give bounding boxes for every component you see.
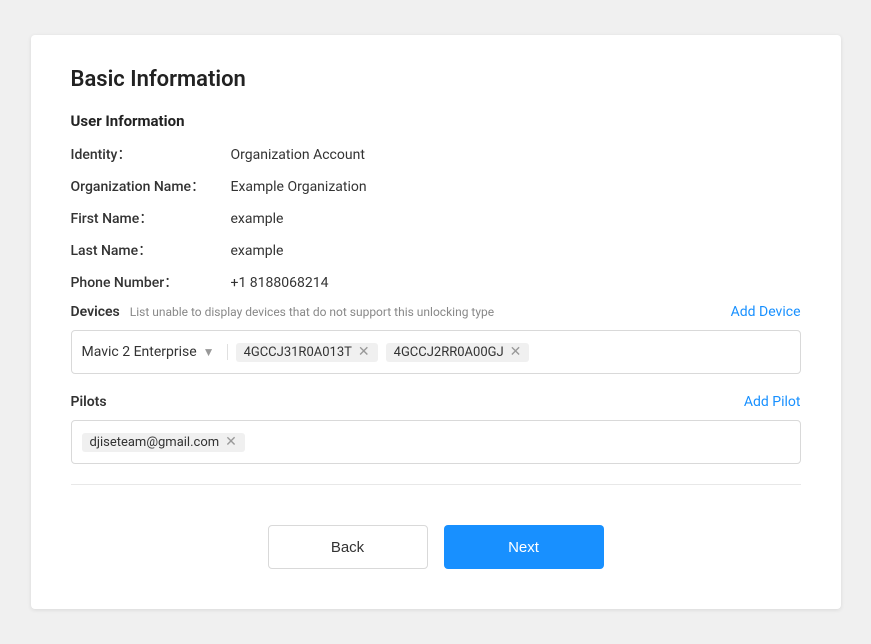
pilots-header: Pilots Add Pilot	[71, 394, 801, 410]
last-name-label: Last Name：	[71, 240, 231, 260]
device-select-value: Mavic 2 Enterprise	[82, 344, 197, 360]
chevron-down-icon: ▼	[203, 345, 215, 359]
devices-header: Devices List unable to display devices t…	[71, 304, 801, 320]
device-tag-2: 4GCCJ2RR0A00GJ ✕	[386, 343, 530, 362]
phone-row: Phone Number： +1 8188068214	[71, 272, 801, 292]
remove-pilot-tag-1-button[interactable]: ✕	[225, 435, 237, 449]
add-pilot-button[interactable]: Add Pilot	[744, 394, 801, 410]
pilot-tag-1: djiseteam@gmail.com ✕	[82, 433, 245, 452]
pilot-tag-1-value: djiseteam@gmail.com	[90, 435, 220, 450]
section-title: Basic Information	[71, 67, 801, 92]
pilots-label: Pilots	[71, 394, 107, 410]
last-name-row: Last Name： example	[71, 240, 801, 260]
first-name-value: example	[231, 211, 284, 227]
bottom-divider	[71, 484, 801, 485]
org-name-row: Organization Name： Example Organization	[71, 176, 801, 196]
org-name-label: Organization Name：	[71, 176, 231, 196]
device-tag-1: 4GCCJ31R0A013T ✕	[236, 343, 378, 362]
devices-label: Devices	[71, 304, 120, 320]
phone-value: +1 8188068214	[231, 275, 329, 291]
devices-container: Mavic 2 Enterprise ▼ 4GCCJ31R0A013T ✕ 4G…	[71, 330, 801, 374]
identity-row: Identity： Organization Account	[71, 144, 801, 164]
devices-label-group: Devices List unable to display devices t…	[71, 304, 495, 320]
device-type-select[interactable]: Mavic 2 Enterprise ▼	[82, 344, 228, 360]
device-tag-2-value: 4GCCJ2RR0A00GJ	[394, 345, 504, 360]
actions-row: Back Next	[71, 525, 801, 569]
add-device-button[interactable]: Add Device	[731, 304, 801, 320]
devices-hint: List unable to display devices that do n…	[130, 305, 494, 319]
pilots-container: djiseteam@gmail.com ✕	[71, 420, 801, 464]
org-name-value: Example Organization	[231, 179, 367, 195]
device-tag-1-value: 4GCCJ31R0A013T	[244, 345, 352, 360]
first-name-label: First Name：	[71, 208, 231, 228]
first-name-row: First Name： example	[71, 208, 801, 228]
remove-device-tag-2-button[interactable]: ✕	[510, 345, 522, 359]
identity-label: Identity：	[71, 144, 231, 164]
remove-device-tag-1-button[interactable]: ✕	[358, 345, 370, 359]
back-button[interactable]: Back	[268, 525, 428, 569]
next-button[interactable]: Next	[444, 525, 604, 569]
main-card: Basic Information User Information Ident…	[31, 35, 841, 609]
subsection-title: User Information	[71, 112, 801, 130]
identity-value: Organization Account	[231, 147, 365, 163]
last-name-value: example	[231, 243, 284, 259]
phone-label: Phone Number：	[71, 272, 231, 292]
